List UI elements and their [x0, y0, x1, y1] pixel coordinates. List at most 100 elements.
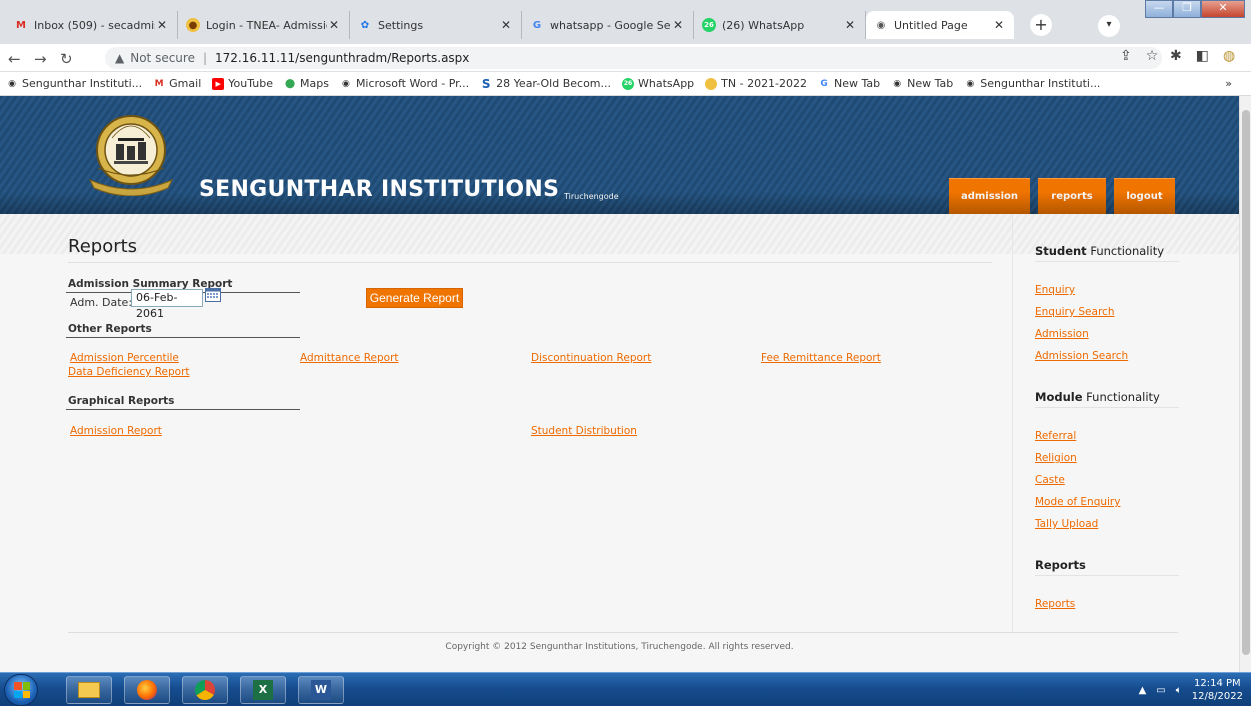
reload-icon[interactable]: ↻ [60, 50, 73, 68]
close-tab-icon[interactable]: ✕ [499, 18, 513, 32]
gmail-icon: M [154, 78, 164, 89]
tab-google[interactable]: G whatsapp - Google Sea ✕ [522, 11, 694, 39]
admittance-report-link[interactable]: Admittance Report [300, 352, 399, 364]
bookmark-item[interactable]: ⬤ Maps [284, 77, 329, 90]
module-functionality-heading: Module Functionality [1035, 390, 1160, 404]
address-toolbar: ← → ↻ ▲ Not secure | 172.16.11.11/sengun… [0, 44, 1251, 72]
nav-reports[interactable]: reports [1038, 178, 1106, 214]
bookmark-label: TN - 2021-2022 [721, 77, 808, 90]
bookmark-label: New Tab [834, 77, 881, 90]
start-button[interactable] [4, 674, 38, 706]
admission-percentile-link[interactable]: Admission Percentile [70, 352, 179, 364]
excel-icon[interactable]: X [240, 676, 286, 704]
bookmark-label: Microsoft Word - Pr... [355, 77, 470, 90]
tab-tnea[interactable]: ● Login - TNEA- Admissio ✕ [178, 11, 350, 39]
warning-icon: ▲ [115, 51, 125, 65]
page-viewport: SENGUNTHAR INSTITUTIONS Tiruchengode adm… [0, 96, 1239, 672]
whatsapp-icon: 26 [622, 77, 635, 90]
new-tab-button[interactable]: + [1030, 14, 1052, 36]
student-distribution-link[interactable]: Student Distribution [531, 425, 637, 437]
bookmarks-overflow-button[interactable]: » [1225, 77, 1232, 90]
firefox-icon[interactable] [124, 676, 170, 704]
clock-time: 12:14 PM [1194, 678, 1241, 689]
star-icon[interactable]: ☆ [1146, 48, 1159, 64]
bookmark-item[interactable]: ◉ Sengunthar Instituti... [6, 77, 142, 90]
network-icon[interactable]: ▭ [1156, 685, 1165, 696]
fee-remittance-report-link[interactable]: Fee Remittance Report [761, 352, 881, 364]
volume-icon[interactable]: 🔈︎ [1176, 685, 1182, 696]
clock[interactable]: 12:14 PM 12/8/2022 [1192, 677, 1243, 703]
sidebar-link-enquiry[interactable]: Enquiry [1035, 284, 1075, 296]
page-scrollbar[interactable] [1239, 96, 1251, 672]
tab-whatsapp[interactable]: 26 (26) WhatsApp ✕ [694, 11, 866, 39]
tab-search-chevron-icon[interactable]: ▾ [1098, 15, 1120, 37]
bookmark-item[interactable]: ▶ YouTube [212, 77, 273, 90]
institution-seal-logo [88, 115, 174, 196]
sidebar-link-mode-of-enquiry[interactable]: Mode of Enquiry [1035, 496, 1120, 508]
sidebar-link-admission[interactable]: Admission [1035, 328, 1089, 340]
bookmark-label: Sengunthar Instituti... [22, 77, 143, 90]
bookmark-item[interactable]: S 28 Year-Old Becom... [480, 77, 611, 91]
close-tab-icon[interactable]: ✕ [155, 18, 169, 32]
nav-admission[interactable]: admission [949, 178, 1030, 214]
gmail-icon: M [16, 19, 26, 31]
sidebar-link-admission-search[interactable]: Admission Search [1035, 350, 1128, 362]
tab-settings[interactable]: ✿ Settings ✕ [350, 11, 522, 39]
youtube-icon: ▶ [212, 77, 225, 90]
close-tab-icon[interactable]: ✕ [843, 18, 857, 32]
other-reports-heading: Other Reports [68, 323, 152, 335]
graphical-reports-heading: Graphical Reports [68, 395, 175, 407]
sidebar-divider [1035, 261, 1179, 262]
sidebar-link-religion[interactable]: Religion [1035, 452, 1077, 464]
sidebar-link-reports[interactable]: Reports [1035, 598, 1075, 610]
sidebar-link-enquiry-search[interactable]: Enquiry Search [1035, 306, 1114, 318]
admission-report-link[interactable]: Admission Report [70, 425, 162, 437]
tab-gmail[interactable]: M Inbox (509) - secadmiss ✕ [6, 11, 178, 39]
adm-date-input[interactable]: 06-Feb-2061 [131, 289, 203, 320]
tab-list: M Inbox (509) - secadmiss ✕ ● Login - TN… [6, 11, 1014, 39]
discontinuation-report-link[interactable]: Discontinuation Report [531, 352, 651, 364]
globe-icon: ◉ [893, 78, 902, 89]
forward-arrow-icon[interactable]: → [34, 50, 47, 68]
side-panel-icon[interactable]: ◧ [1196, 48, 1209, 64]
bookmark-item[interactable]: TN - 2021-2022 [705, 77, 807, 90]
bookmark-item[interactable]: M Gmail [153, 77, 202, 90]
nav-logout[interactable]: logout [1114, 178, 1175, 214]
page-title: Reports [68, 236, 138, 257]
word-icon[interactable]: W [298, 676, 344, 704]
tab-untitled-page[interactable]: ◉ Untitled Page ✕ [866, 11, 1014, 39]
sidebar-link-caste[interactable]: Caste [1035, 474, 1065, 486]
extensions-icon[interactable]: ✱ [1170, 48, 1182, 64]
calendar-icon[interactable] [205, 288, 221, 302]
right-sidebar: Student Functionality Enquiry Enquiry Se… [1012, 214, 1239, 632]
chrome-icon[interactable] [182, 676, 228, 704]
bookmark-item[interactable]: G New Tab [818, 77, 880, 90]
close-tab-icon[interactable]: ✕ [992, 18, 1006, 32]
sidebar-link-tally-upload[interactable]: Tally Upload [1035, 518, 1098, 530]
scrollbar-thumb[interactable] [1242, 110, 1250, 655]
bookmark-label: Sengunthar Instituti... [980, 77, 1101, 90]
bookmark-item[interactable]: 26 WhatsApp [622, 77, 694, 90]
address-bar[interactable]: ▲ Not secure | 172.16.11.11/sengunthradm… [105, 47, 1162, 69]
show-hidden-icons-icon[interactable]: ▲ [1139, 685, 1147, 696]
tab-title: whatsapp - Google Sea [550, 18, 671, 32]
footer-copyright: Copyright © 2012 Sengunthar Institutions… [445, 642, 794, 652]
bookmark-item[interactable]: ◉ Sengunthar Instituti... [964, 77, 1100, 90]
share-icon[interactable]: ⇪ [1120, 48, 1132, 64]
profile-avatar-icon[interactable]: ◍ [1223, 48, 1235, 64]
sidebar-link-referral[interactable]: Referral [1035, 430, 1076, 442]
close-tab-icon[interactable]: ✕ [327, 18, 341, 32]
close-tab-icon[interactable]: ✕ [671, 18, 685, 32]
section-divider [66, 337, 300, 338]
toolbar-icons: ✱ ◧ ◍ ⋮ [1170, 48, 1251, 64]
tab-title: Login - TNEA- Admissio [206, 18, 327, 32]
maximize-icon[interactable]: ❐ [1173, 0, 1201, 18]
generate-report-button[interactable]: Generate Report [366, 288, 463, 308]
file-explorer-icon[interactable] [66, 676, 112, 704]
minimize-icon[interactable]: — [1145, 0, 1173, 18]
bookmark-item[interactable]: ◉ New Tab [891, 77, 953, 90]
bookmark-item[interactable]: ◉ Microsoft Word - Pr... [340, 77, 469, 90]
close-window-icon[interactable]: ✕ [1201, 0, 1245, 18]
data-deficiency-report-link[interactable]: Data Deficiency Report [68, 366, 190, 378]
back-arrow-icon[interactable]: ← [8, 50, 21, 68]
